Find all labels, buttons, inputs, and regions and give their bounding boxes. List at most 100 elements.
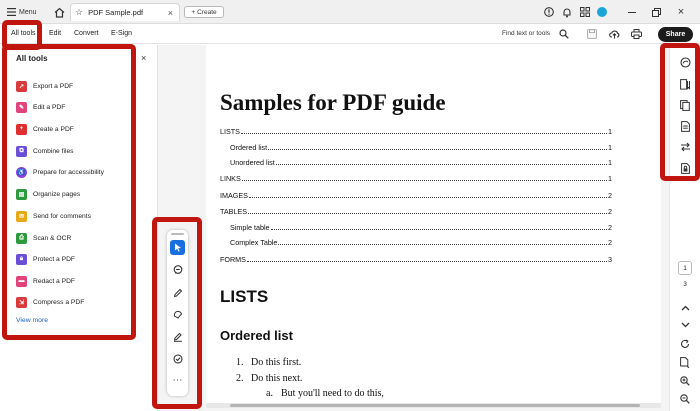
search-icon[interactable] [558, 28, 570, 40]
toc-page: 2 [608, 191, 612, 200]
scrollbar-thumb[interactable] [230, 404, 640, 407]
toc-entry[interactable]: Ordered list 1 [230, 142, 612, 152]
tab-all-tools[interactable]: All tools [11, 30, 36, 37]
close-panel-icon[interactable]: × [141, 53, 146, 63]
toc-page: 1 [608, 174, 612, 183]
bookmark-icon[interactable] [678, 77, 692, 91]
combine-files-icon: ⧉ [16, 145, 27, 157]
toc-page: 1 [608, 127, 612, 136]
tool-compress-pdf[interactable]: ⇲ Compress a PDF [16, 295, 126, 309]
tool-label: Create a PDF [33, 125, 74, 133]
tab-edit[interactable]: Edit [49, 30, 61, 37]
star-icon[interactable]: ☆ [75, 7, 83, 18]
panel-title: All tools [16, 54, 48, 63]
restore-icon[interactable] [650, 6, 662, 18]
eraser-icon[interactable] [170, 307, 185, 322]
avatar[interactable] [596, 6, 608, 18]
print-icon[interactable] [630, 28, 642, 40]
tool-export-pdf[interactable]: ↗ Export a PDF [16, 79, 126, 93]
chevron-up-icon[interactable] [678, 301, 692, 315]
find-text-button[interactable]: Find text or tools [502, 30, 550, 37]
tool-label: Edit a PDF [33, 103, 66, 111]
pen-icon[interactable] [170, 285, 185, 300]
copy-pages-icon[interactable] [678, 98, 692, 112]
toc-entry[interactable]: TABLES 2 [220, 206, 612, 216]
tool-prepare-accessibility[interactable]: ♿ Prepare for accessibility [16, 165, 126, 179]
tool-combine-files[interactable]: ⧉ Combine files [16, 144, 126, 158]
drag-handle[interactable] [171, 233, 184, 235]
toc-page: 2 [608, 207, 612, 216]
upload-cloud-icon[interactable] [608, 28, 620, 40]
tab-esign[interactable]: E-Sign [111, 30, 132, 37]
toc-label: FORMS [220, 255, 246, 264]
menu-button[interactable]: Menu [7, 6, 37, 18]
export-pdf-icon: ↗ [16, 80, 27, 92]
tool-label: Prepare for accessibility [33, 168, 104, 176]
home-icon[interactable] [52, 5, 66, 19]
check-circle-icon[interactable] [170, 351, 185, 366]
comment-icon[interactable] [170, 262, 185, 277]
rotate-icon[interactable] [678, 337, 692, 351]
close-tab-icon[interactable]: × [168, 8, 173, 18]
tool-label: Compress a PDF [33, 298, 85, 306]
help-icon[interactable] [543, 6, 555, 18]
document-icon[interactable] [678, 119, 692, 133]
document-tab[interactable]: ☆ PDF Sample.pdf × [70, 3, 180, 21]
tool-label: Export a PDF [33, 82, 74, 90]
toc-page: 1 [608, 158, 612, 167]
create-pdf-icon: + [16, 123, 27, 135]
tool-organize-pages[interactable]: ▤ Organize pages [16, 187, 126, 201]
minimize-icon[interactable] [626, 6, 638, 18]
toc-entry[interactable]: IMAGES 2 [220, 190, 612, 200]
bell-icon[interactable] [561, 6, 573, 18]
toc-label: LINKS [220, 174, 241, 183]
toc-entry[interactable]: Complex Table 2 [230, 237, 612, 247]
share-button[interactable]: Share [658, 27, 693, 42]
list-marker: 2. [236, 373, 244, 384]
toc-page: 2 [608, 223, 612, 232]
tool-edit-pdf[interactable]: ✎ Edit a PDF [16, 100, 126, 114]
close-window-icon[interactable]: × [675, 6, 687, 18]
menu-label: Menu [19, 8, 37, 16]
scan-ocr-icon: ⎙ [16, 232, 27, 244]
toc-entry[interactable]: FORMS 3 [220, 254, 612, 264]
toc-entry[interactable]: LISTS 1 [220, 126, 612, 136]
toc-entry[interactable]: Simple table 2 [230, 222, 612, 232]
signature-icon[interactable] [170, 329, 185, 344]
list-item: Do this next. [251, 373, 303, 384]
toc-entry[interactable]: LINKS 1 [220, 173, 612, 183]
list-marker: a. [266, 388, 273, 399]
send-comments-icon: ✉ [16, 210, 27, 222]
create-button[interactable]: + Create [184, 6, 224, 18]
select-cursor-icon[interactable] [170, 240, 185, 255]
tool-create-pdf[interactable]: + Create a PDF [16, 122, 126, 136]
plus-icon: + [191, 8, 196, 16]
tool-scan-ocr[interactable]: ⎙ Scan & OCR [16, 231, 126, 245]
lock-document-icon[interactable] [678, 161, 692, 175]
create-label: Create [197, 8, 217, 16]
ai-assistant-icon[interactable] [678, 55, 692, 69]
lock-icon: 🔒︎ [16, 253, 27, 265]
page-number-input[interactable]: 1 [678, 261, 692, 275]
toc-page: 3 [608, 255, 612, 264]
more-icon[interactable]: ⋯ [170, 373, 185, 388]
tab-convert[interactable]: Convert [74, 30, 99, 37]
tool-label: Organize pages [33, 190, 81, 198]
document-title: Samples for PDF guide [220, 90, 446, 115]
toc-label: TABLES [220, 207, 248, 216]
tool-send-for-comments[interactable]: ✉ Send for comments [16, 209, 126, 223]
page-display-icon[interactable] [678, 355, 692, 369]
zoom-in-icon[interactable] [678, 374, 692, 388]
view-more-link[interactable]: View more [16, 317, 48, 324]
tool-redact-pdf[interactable]: ▬ Redact a PDF [16, 274, 126, 288]
apps-grid-icon[interactable] [579, 6, 591, 18]
compress-icon: ⇲ [16, 296, 27, 308]
save-icon[interactable] [586, 28, 598, 40]
compare-icon[interactable] [678, 140, 692, 154]
toc-label: Ordered list [230, 143, 268, 152]
zoom-out-icon[interactable] [678, 392, 692, 406]
chevron-down-icon[interactable] [678, 318, 692, 332]
title-bar: Menu ☆ PDF Sample.pdf × + Create × [0, 0, 700, 24]
toc-entry[interactable]: Unordered list 1 [230, 157, 612, 167]
tool-protect-pdf[interactable]: 🔒︎ Protect a PDF [16, 252, 126, 266]
